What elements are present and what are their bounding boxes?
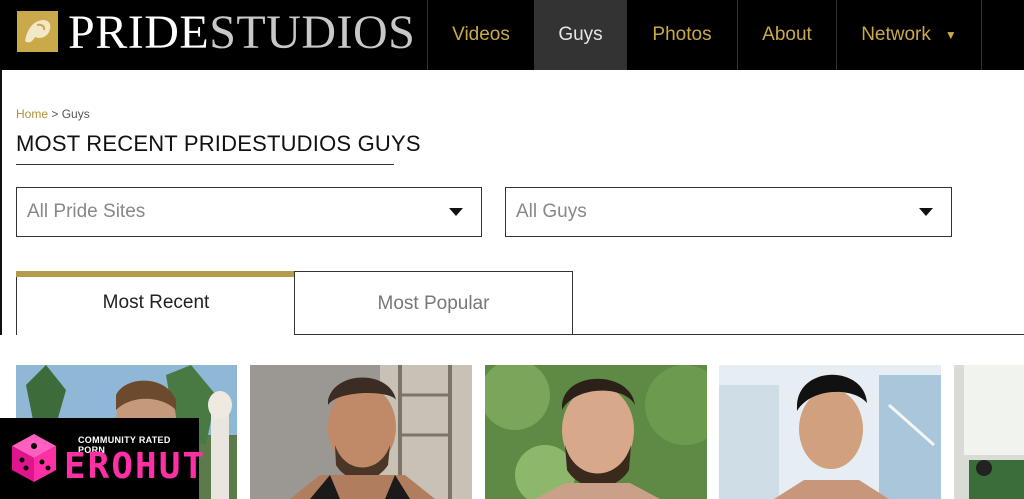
- nav-guys-label: Guys: [558, 24, 603, 45]
- title-underline: [16, 164, 394, 165]
- nav-photos-label: Photos: [652, 24, 712, 45]
- guy-filter-value: All Guys: [516, 201, 587, 222]
- dice-logo-icon: [12, 434, 56, 482]
- nav-videos[interactable]: Videos: [427, 0, 534, 70]
- watermark-brand: EROHUT: [64, 446, 207, 487]
- dropdown-arrow-icon: [919, 208, 933, 216]
- breadcrumb-separator: >: [51, 107, 59, 121]
- erohut-watermark: COMMUNITY RATED PORN EROHUT: [0, 418, 204, 499]
- model-thumbnail[interactable]: [250, 365, 472, 499]
- nav-network-label: Network: [861, 24, 931, 45]
- tabs-baseline: [294, 334, 1024, 335]
- logo-text-pride: PRIDE: [68, 6, 210, 59]
- breadcrumb: Home > Guys: [16, 107, 90, 121]
- tab-most-recent[interactable]: Most Recent: [16, 271, 295, 335]
- nav-network[interactable]: Network ▼: [836, 0, 981, 70]
- tab-most-popular-label: Most Popular: [377, 292, 490, 314]
- page-title: MOST RECENT PRIDESTUDIOS GUYS: [16, 131, 421, 156]
- guy-filter-select[interactable]: All Guys: [505, 187, 952, 237]
- nav-about[interactable]: About: [737, 0, 836, 70]
- nav-end-divider: [981, 0, 1024, 70]
- top-navigation-bar: PRIDESTUDIOS Videos Guys Photos About Ne…: [0, 0, 1024, 70]
- tab-most-recent-label: Most Recent: [102, 292, 210, 313]
- dropdown-arrow-icon: [449, 208, 463, 216]
- tab-most-popular[interactable]: Most Popular: [294, 271, 573, 335]
- nav-guys[interactable]: Guys: [534, 0, 626, 70]
- site-logo[interactable]: PRIDESTUDIOS: [0, 0, 427, 70]
- logo-mark-icon: [17, 11, 58, 52]
- logo-wordmark: PRIDESTUDIOS: [68, 5, 415, 61]
- breadcrumb-current: Guys: [61, 107, 90, 121]
- nav-about-label: About: [762, 24, 812, 45]
- site-filter-value: All Pride Sites: [27, 201, 146, 222]
- active-tab-indicator: [16, 271, 295, 277]
- breadcrumb-home-link[interactable]: Home: [16, 107, 48, 121]
- nav-photos[interactable]: Photos: [626, 0, 737, 70]
- main-nav: Videos Guys Photos About Network ▼: [427, 0, 1024, 70]
- model-thumbnail[interactable]: [954, 365, 1024, 499]
- caret-down-icon: ▼: [944, 28, 957, 42]
- site-filter-select[interactable]: All Pride Sites: [16, 187, 482, 237]
- content-frame-edge: [0, 70, 2, 335]
- model-thumbnail[interactable]: [485, 365, 707, 499]
- nav-videos-label: Videos: [452, 24, 510, 45]
- model-thumbnail[interactable]: [719, 365, 941, 499]
- logo-text-studios: STUDIOS: [209, 6, 416, 59]
